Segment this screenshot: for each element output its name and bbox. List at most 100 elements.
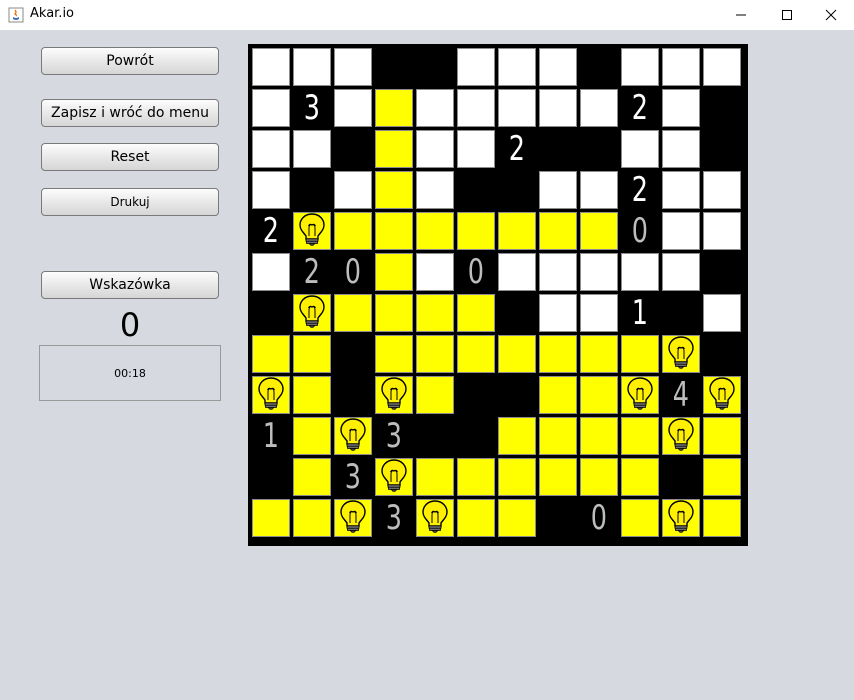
- lit-cell[interactable]: [703, 458, 741, 496]
- lit-cell[interactable]: [334, 294, 372, 332]
- lit-cell[interactable]: [457, 294, 495, 332]
- lit-cell[interactable]: [621, 417, 659, 455]
- lit-cell[interactable]: [539, 458, 577, 496]
- lit-cell[interactable]: [498, 212, 536, 250]
- empty-cell[interactable]: [580, 294, 618, 332]
- bulb-cell[interactable]: [293, 212, 331, 250]
- maximize-button[interactable]: [764, 0, 810, 30]
- lit-cell[interactable]: [580, 376, 618, 414]
- bulb-cell[interactable]: [621, 376, 659, 414]
- lit-cell[interactable]: [375, 89, 413, 127]
- empty-cell[interactable]: [703, 171, 741, 209]
- bulb-cell[interactable]: [375, 376, 413, 414]
- hint-button[interactable]: Wskazówka: [41, 271, 219, 299]
- empty-cell[interactable]: [621, 130, 659, 168]
- close-button[interactable]: [808, 0, 854, 30]
- lit-cell[interactable]: [457, 335, 495, 373]
- empty-cell[interactable]: [539, 89, 577, 127]
- bulb-cell[interactable]: [416, 499, 454, 537]
- lit-cell[interactable]: [293, 499, 331, 537]
- bulb-cell[interactable]: [375, 458, 413, 496]
- lit-cell[interactable]: [293, 376, 331, 414]
- bulb-cell[interactable]: [293, 294, 331, 332]
- empty-cell[interactable]: [539, 294, 577, 332]
- lit-cell[interactable]: [621, 499, 659, 537]
- minimize-button[interactable]: [718, 0, 764, 30]
- bulb-cell[interactable]: [334, 417, 372, 455]
- empty-cell[interactable]: [662, 89, 700, 127]
- lit-cell[interactable]: [252, 335, 290, 373]
- bulb-cell[interactable]: [662, 417, 700, 455]
- lit-cell[interactable]: [457, 212, 495, 250]
- empty-cell[interactable]: [457, 48, 495, 86]
- lit-cell[interactable]: [580, 458, 618, 496]
- empty-cell[interactable]: [498, 253, 536, 291]
- lit-cell[interactable]: [580, 335, 618, 373]
- bulb-cell[interactable]: [252, 376, 290, 414]
- lit-cell[interactable]: [580, 417, 618, 455]
- lit-cell[interactable]: [375, 212, 413, 250]
- empty-cell[interactable]: [621, 253, 659, 291]
- lit-cell[interactable]: [703, 417, 741, 455]
- reset-button[interactable]: Reset: [41, 143, 219, 171]
- empty-cell[interactable]: [252, 171, 290, 209]
- lit-cell[interactable]: [580, 212, 618, 250]
- empty-cell[interactable]: [498, 48, 536, 86]
- empty-cell[interactable]: [580, 171, 618, 209]
- lit-cell[interactable]: [375, 335, 413, 373]
- lit-cell[interactable]: [498, 499, 536, 537]
- lit-cell[interactable]: [539, 335, 577, 373]
- lit-cell[interactable]: [293, 458, 331, 496]
- empty-cell[interactable]: [662, 171, 700, 209]
- lit-cell[interactable]: [457, 458, 495, 496]
- empty-cell[interactable]: [662, 253, 700, 291]
- lit-cell[interactable]: [498, 458, 536, 496]
- lit-cell[interactable]: [621, 335, 659, 373]
- empty-cell[interactable]: [252, 48, 290, 86]
- empty-cell[interactable]: [703, 294, 741, 332]
- lit-cell[interactable]: [703, 499, 741, 537]
- lit-cell[interactable]: [539, 212, 577, 250]
- empty-cell[interactable]: [539, 171, 577, 209]
- lit-cell[interactable]: [416, 212, 454, 250]
- empty-cell[interactable]: [252, 89, 290, 127]
- print-button[interactable]: Drukuj: [41, 188, 219, 216]
- lit-cell[interactable]: [457, 499, 495, 537]
- lit-cell[interactable]: [293, 335, 331, 373]
- empty-cell[interactable]: [662, 130, 700, 168]
- lit-cell[interactable]: [539, 376, 577, 414]
- bulb-cell[interactable]: [662, 499, 700, 537]
- empty-cell[interactable]: [580, 89, 618, 127]
- lit-cell[interactable]: [375, 130, 413, 168]
- lit-cell[interactable]: [416, 376, 454, 414]
- lit-cell[interactable]: [375, 253, 413, 291]
- empty-cell[interactable]: [621, 48, 659, 86]
- empty-cell[interactable]: [580, 253, 618, 291]
- lit-cell[interactable]: [375, 294, 413, 332]
- empty-cell[interactable]: [334, 89, 372, 127]
- empty-cell[interactable]: [662, 48, 700, 86]
- lit-cell[interactable]: [375, 171, 413, 209]
- empty-cell[interactable]: [416, 171, 454, 209]
- empty-cell[interactable]: [334, 48, 372, 86]
- empty-cell[interactable]: [457, 130, 495, 168]
- bulb-cell[interactable]: [703, 376, 741, 414]
- save-and-menu-button[interactable]: Zapisz i wróć do menu: [41, 99, 219, 127]
- empty-cell[interactable]: [293, 130, 331, 168]
- lit-cell[interactable]: [539, 417, 577, 455]
- empty-cell[interactable]: [703, 212, 741, 250]
- lit-cell[interactable]: [498, 417, 536, 455]
- empty-cell[interactable]: [539, 48, 577, 86]
- lit-cell[interactable]: [416, 458, 454, 496]
- lit-cell[interactable]: [621, 458, 659, 496]
- back-button[interactable]: Powrót: [41, 47, 219, 75]
- empty-cell[interactable]: [334, 171, 372, 209]
- empty-cell[interactable]: [416, 89, 454, 127]
- lit-cell[interactable]: [498, 335, 536, 373]
- empty-cell[interactable]: [416, 130, 454, 168]
- empty-cell[interactable]: [416, 253, 454, 291]
- bulb-cell[interactable]: [334, 499, 372, 537]
- empty-cell[interactable]: [703, 48, 741, 86]
- lit-cell[interactable]: [293, 417, 331, 455]
- lit-cell[interactable]: [334, 212, 372, 250]
